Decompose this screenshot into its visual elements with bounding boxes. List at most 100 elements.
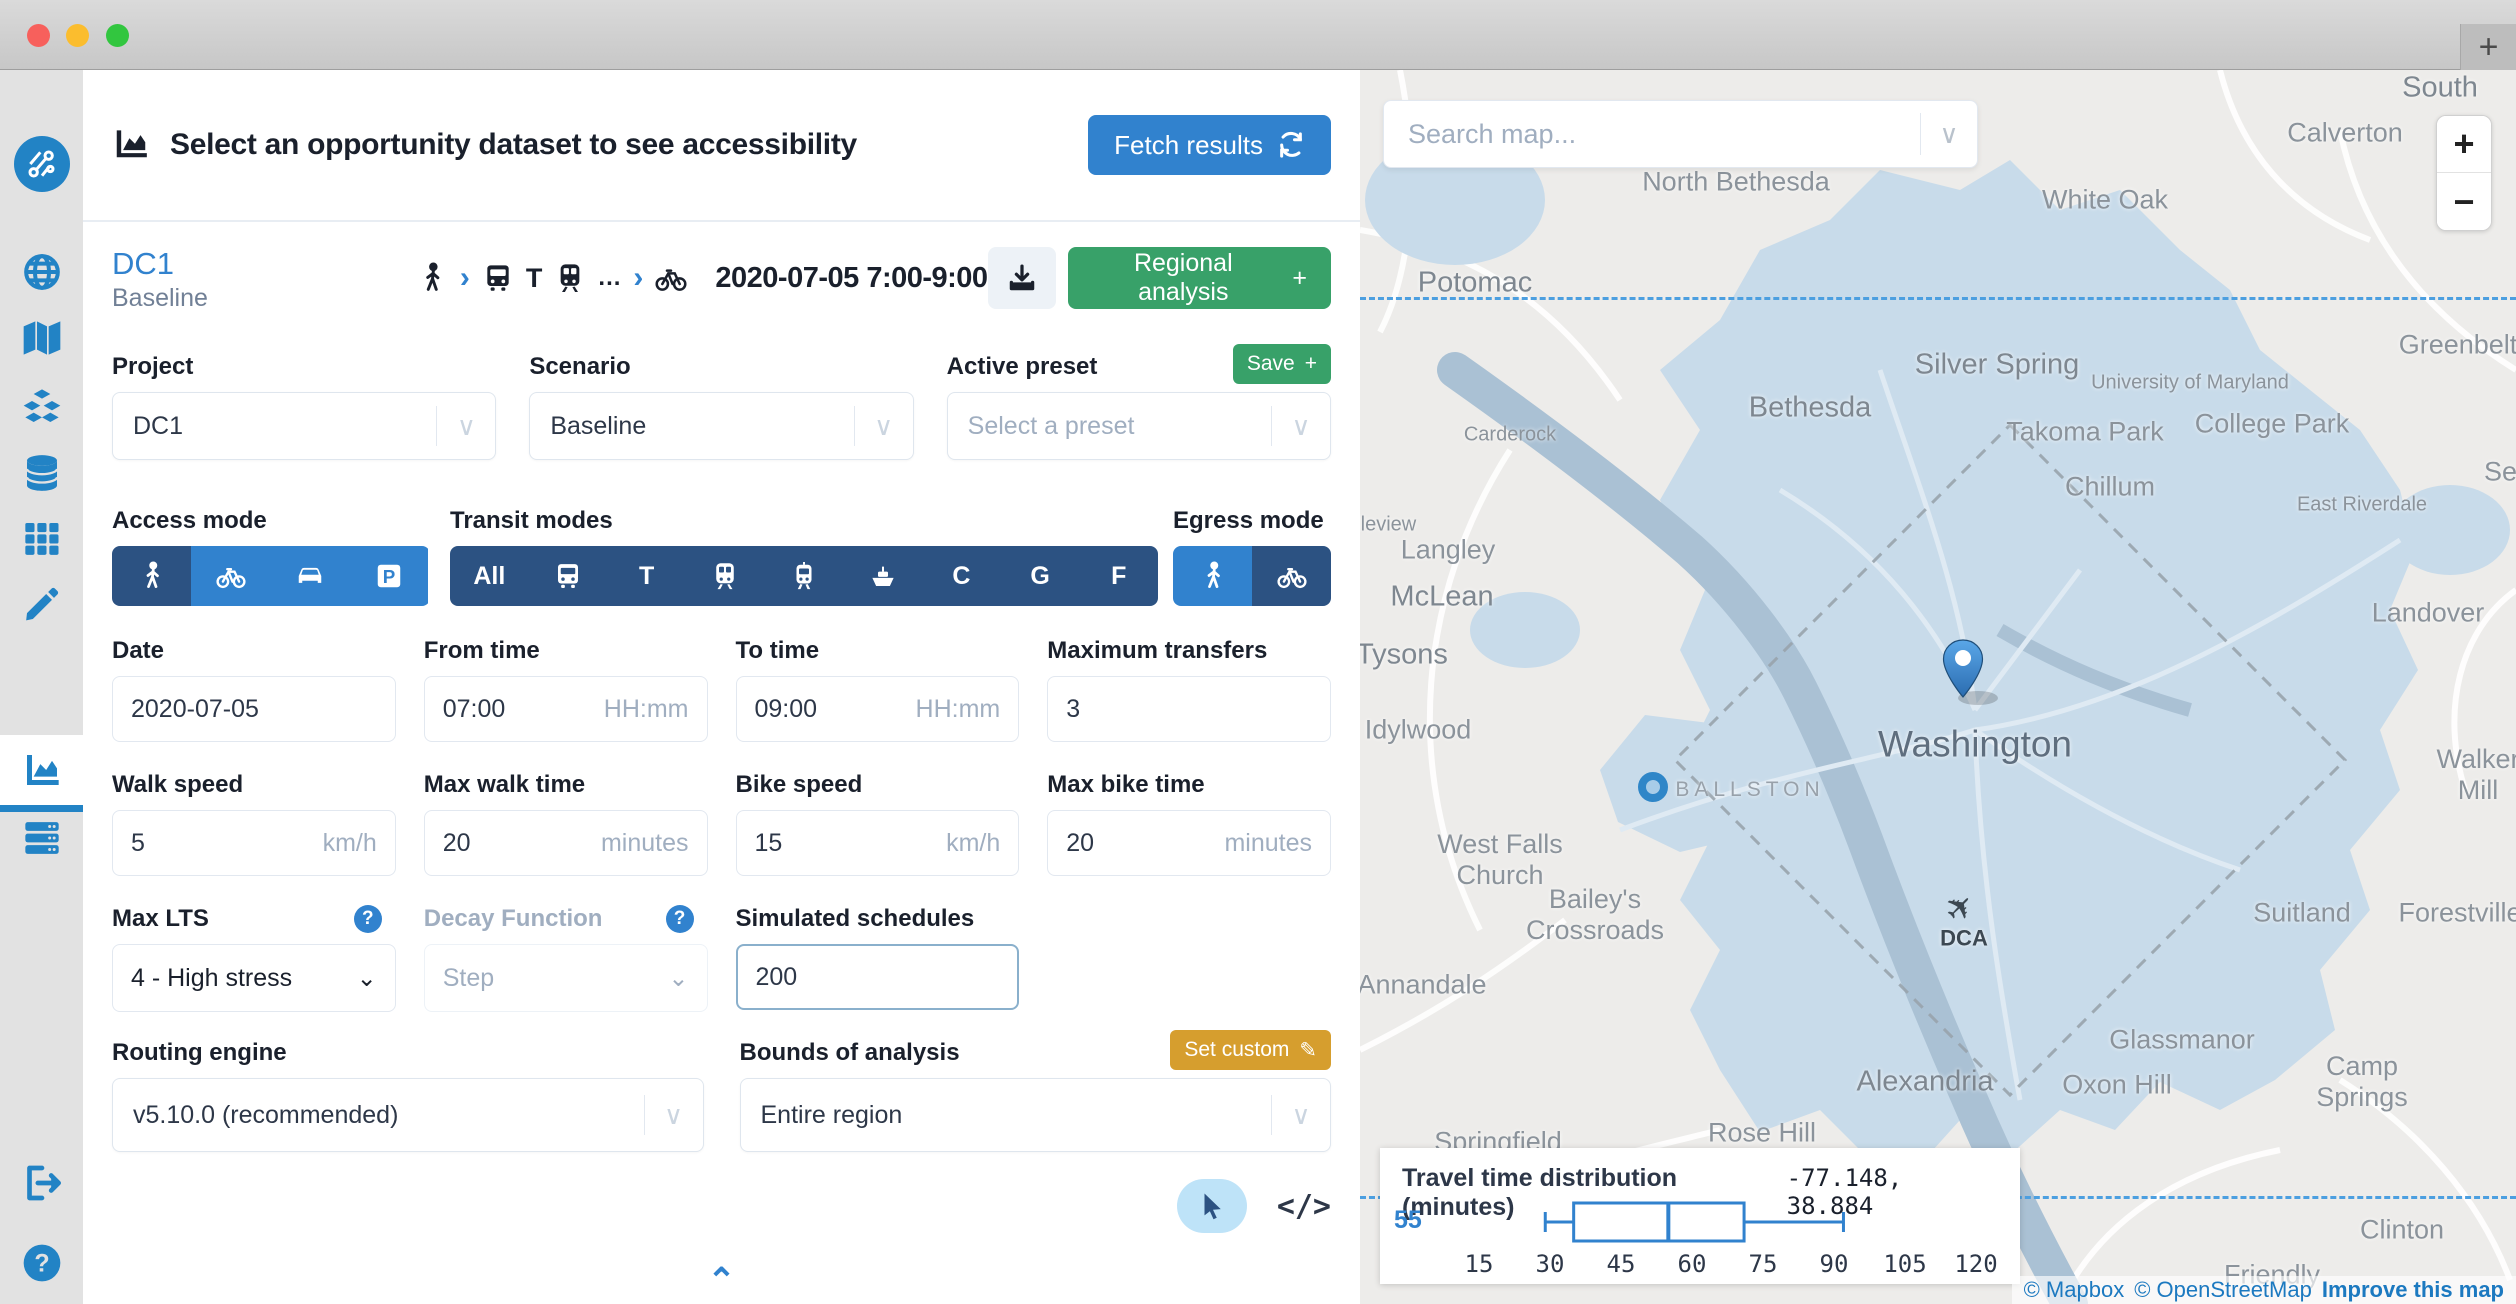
sidebar-item-bundles[interactable] (0, 374, 83, 438)
max-transfers-input[interactable]: 3 (1047, 676, 1331, 742)
bounds-select[interactable]: Entire region ∨ (740, 1078, 1332, 1152)
sidebar-item-conveyal-logo[interactable] (0, 132, 83, 196)
chevron-down-icon: ∨ (437, 411, 495, 442)
map-place-label: Bethesda (1749, 391, 1872, 424)
project-select[interactable]: DC1 ∨ (112, 392, 496, 460)
map-canvas[interactable]: SouthPotomacNorth BethesdaWhite OakCalve… (1360, 70, 2516, 1304)
maximize-window-button[interactable] (106, 24, 129, 47)
access-bike-button[interactable] (191, 546, 270, 606)
transit-modes-label: Transit modes (450, 506, 1158, 536)
improve-map-link[interactable]: Improve this map (2322, 1277, 2504, 1303)
map-search-input[interactable] (1408, 119, 1920, 150)
preset-select[interactable]: Select a preset ∨ (947, 392, 1331, 460)
transit-f-button[interactable]: F (1079, 546, 1158, 606)
transit-all-button[interactable]: All (450, 546, 529, 606)
transit-tram-button[interactable] (765, 546, 844, 606)
lts-row: Max LTS ? 4 - High stress ⌄ Decay Functi… (112, 904, 1331, 1012)
egress-walk-button[interactable] (1173, 546, 1252, 606)
sync-icon (1277, 131, 1305, 159)
zoom-in-button[interactable]: + (2437, 116, 2491, 173)
fetch-results-button[interactable]: Fetch results (1088, 115, 1331, 175)
map-place-label: Sea (2484, 456, 2516, 487)
map-place-label: Camp Springs (2285, 1051, 2439, 1113)
close-window-button[interactable] (27, 24, 50, 47)
origin-dot-marker[interactable] (1638, 772, 1668, 802)
date-label: Date (112, 636, 396, 666)
transit-g-button[interactable]: G (1001, 546, 1080, 606)
save-preset-button[interactable]: Save + (1233, 344, 1331, 384)
walk-speed-field: Walk speed 5km/h (112, 770, 396, 876)
cursor-icon (1197, 1191, 1227, 1221)
boxplot-tick-label: 60 (1678, 1250, 1707, 1278)
transit-metro-button[interactable] (686, 546, 765, 606)
walk-icon (416, 262, 448, 294)
walk-speed-input[interactable]: 5km/h (112, 810, 396, 876)
globe-icon (22, 252, 62, 292)
date-input[interactable]: 2020-07-05 (112, 676, 396, 742)
sign-out-icon (22, 1163, 62, 1203)
summary-datetime: 2020-07-05 7:00-9:00 (715, 262, 987, 295)
sidebar-item-help[interactable]: ? (0, 1231, 83, 1295)
simulated-schedules-input[interactable]: 200 (736, 944, 1020, 1010)
sidebar-item-opportunity-datasets[interactable] (0, 441, 83, 505)
transit-ferry-button[interactable] (843, 546, 922, 606)
max-bike-time-field: Max bike time 20minutes (1047, 770, 1331, 876)
sidebar-item-regional-analyses[interactable] (0, 806, 83, 870)
access-car-button[interactable] (270, 546, 349, 606)
unit-hint: minutes (1224, 829, 1312, 858)
to-time-input[interactable]: 09:00HH:mm (736, 676, 1020, 742)
sidebar-item-regions[interactable] (0, 240, 83, 304)
chevron-down-icon: ∨ (645, 1100, 703, 1131)
code-tool-button[interactable]: </> (1277, 1189, 1331, 1224)
download-button[interactable] (988, 247, 1057, 309)
map-place-label: Clinton (2360, 1214, 2444, 1245)
map-search-box[interactable]: ∨ (1383, 100, 1978, 168)
max-lts-select[interactable]: 4 - High stress ⌄ (112, 944, 396, 1012)
transit-t-button[interactable]: T (607, 546, 686, 606)
zoom-out-button[interactable]: − (2437, 173, 2491, 230)
bike-speed-input[interactable]: 15km/h (736, 810, 1020, 876)
analysis-bounds-line-top (1360, 297, 2516, 300)
set-custom-bounds-button[interactable]: Set custom ✎ (1170, 1030, 1331, 1070)
sidebar-item-logout[interactable] (0, 1151, 83, 1215)
speeds-row: Walk speed 5km/h Max walk time 20minutes… (112, 770, 1331, 876)
scenario-select[interactable]: Baseline ∨ (529, 392, 913, 460)
sidebar-item-edit-scenarios[interactable] (0, 572, 83, 636)
access-walk-button[interactable] (112, 546, 191, 606)
travel-time-panel: Travel time distribution (minutes) -77.1… (1380, 1148, 2020, 1284)
max-transfers-field: Maximum transfers 3 (1047, 636, 1331, 742)
map-base-layer (1360, 70, 2516, 1304)
panel-header: Select an opportunity dataset to see acc… (83, 70, 1360, 222)
sidebar-item-network-maps[interactable] (0, 306, 83, 370)
decay-function-field: Decay Function ? Step ⌄ (424, 904, 708, 1012)
project-field: Project DC1 ∨ (112, 352, 496, 460)
routing-engine-select[interactable]: v5.10.0 (recommended) ∨ (112, 1078, 704, 1152)
osm-link[interactable]: © OpenStreetMap (2134, 1277, 2312, 1303)
decay-function-select[interactable]: Step ⌄ (424, 944, 708, 1012)
bike-icon (655, 262, 687, 294)
sidebar-item-analyze[interactable] (0, 735, 83, 805)
new-tab-button[interactable]: + (2460, 24, 2516, 70)
pointer-tool-button[interactable] (1177, 1179, 1247, 1233)
collapse-panel-chevron[interactable]: ⌃ (112, 1266, 1331, 1300)
regional-analysis-button[interactable]: Regional analysis + (1068, 247, 1331, 309)
project-name-link[interactable]: DC1 (112, 243, 208, 285)
map-place-label: Takoma Park (2006, 416, 2164, 447)
date-time-row: Date 2020-07-05 From time 07:00HH:mm To … (112, 636, 1331, 742)
transit-c-button[interactable]: C (922, 546, 1001, 606)
map-place-label: Chillum (2065, 471, 2155, 502)
preset-field: Active preset Save + Select a preset ∨ (947, 352, 1331, 460)
map-pin-marker[interactable] (1939, 638, 1987, 700)
transit-bus-button[interactable] (529, 546, 608, 606)
egress-bike-button[interactable] (1252, 546, 1331, 606)
max-bike-time-input[interactable]: 20minutes (1047, 810, 1331, 876)
from-time-input[interactable]: 07:00HH:mm (424, 676, 708, 742)
minimize-window-button[interactable] (66, 24, 89, 47)
help-icon[interactable]: ? (354, 905, 382, 933)
bike-speed-field: Bike speed 15km/h (736, 770, 1020, 876)
mapbox-link[interactable]: © Mapbox (2024, 1277, 2125, 1303)
sidebar-item-resources-grid[interactable] (0, 506, 83, 570)
help-icon[interactable]: ? (666, 905, 694, 933)
access-park-ride-button[interactable]: P (349, 546, 428, 606)
max-walk-time-input[interactable]: 20minutes (424, 810, 708, 876)
